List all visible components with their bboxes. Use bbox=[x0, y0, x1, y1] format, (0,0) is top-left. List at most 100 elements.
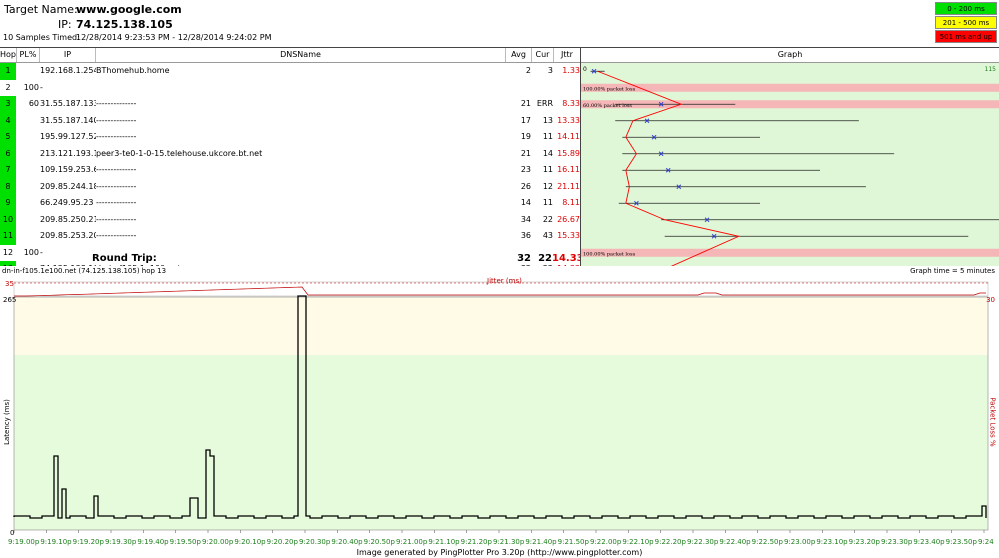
time-tick-label: 9:20.30p bbox=[299, 538, 331, 546]
legend-yellow: 201 - 500 ms bbox=[935, 16, 997, 29]
hop-number: 3 bbox=[0, 96, 16, 113]
hop-dnsname: -------------- bbox=[96, 181, 137, 191]
hop-row[interactable]: 4 31.55.187.140 -------------- 17 13 13.33 bbox=[0, 112, 580, 129]
hop-number: 5 bbox=[0, 129, 16, 146]
time-tick-label: 9:20.20p bbox=[266, 538, 298, 546]
round-trip-jitter: 14.33 bbox=[552, 253, 584, 264]
target-name-value: www.google.com bbox=[76, 3, 182, 16]
hop-cur: 43 bbox=[542, 231, 553, 240]
packet-loss-pct bbox=[17, 146, 39, 163]
hop-row[interactable]: 7 109.159.253.6 -------------- 23 11 16.11 bbox=[0, 162, 580, 179]
round-trip-cur: 22 bbox=[538, 253, 552, 264]
time-tick-label: 9:19.00p bbox=[8, 538, 40, 546]
hop-row[interactable]: 3 60 31.55.187.133 -------------- 21 ERR 8.33 bbox=[0, 96, 580, 113]
hop-ip: 31.55.187.133 bbox=[40, 99, 96, 108]
col-hop[interactable]: Hop bbox=[0, 48, 17, 62]
hop-jitter: 16.11 bbox=[557, 165, 580, 174]
hop-row[interactable]: 5 195.99.127.52 -------------- 19 11 14.11 bbox=[0, 129, 580, 146]
col-ip[interactable]: IP bbox=[40, 48, 96, 62]
time-tick-label: 9:20.10p bbox=[234, 538, 266, 546]
time-tick-label: 9:23.00p bbox=[784, 538, 816, 546]
route-graph[interactable]: 100.00% packet loss 60.00% packet loss 100… bbox=[581, 63, 999, 266]
latency-axis-max: 265 bbox=[3, 296, 17, 304]
time-tick-label: 9:23.20p bbox=[848, 538, 880, 546]
time-tick-label: 9:20.50p bbox=[363, 538, 395, 546]
round-trip-label: Round Trip: bbox=[92, 253, 157, 264]
round-trip-row: Round Trip: 32 22 14.33 bbox=[0, 253, 584, 266]
time-graph-panel[interactable]: dn-in-f105.1e100.net (74.125.138.105) ho… bbox=[0, 266, 999, 558]
time-tick-label: 9:21.10p bbox=[428, 538, 460, 546]
hop-avg: 23 bbox=[520, 165, 531, 174]
hop-avg: 21 bbox=[520, 148, 531, 158]
hop-number: 6 bbox=[0, 145, 16, 162]
col-pl[interactable]: PL% bbox=[17, 48, 40, 62]
hop-row[interactable]: 2 100- bbox=[0, 80, 580, 97]
hop-avg: 14 bbox=[520, 198, 531, 207]
legend-red: 501 ms and up bbox=[935, 30, 997, 43]
hop-row[interactable]: 11 209.85.253.20 -------------- 36 43 15.33 bbox=[0, 228, 580, 245]
col-avg[interactable]: Avg bbox=[506, 48, 532, 62]
hop-row[interactable]: 6 213.121.193.1 peer3-te0-1-0-15.telehouse… bbox=[0, 145, 580, 163]
time-tick-label: 9:23.10p bbox=[816, 538, 848, 546]
target-name-label: Target Name: bbox=[4, 3, 78, 16]
time-tick-label: 9:22.50p bbox=[751, 538, 783, 546]
hop-dnsname: -------------- bbox=[96, 214, 137, 224]
legend-green: 0 - 200 ms bbox=[935, 2, 997, 15]
scale-min: 0 bbox=[583, 66, 587, 73]
hop-dnsname: -------------- bbox=[96, 231, 137, 240]
hop-number: 11 bbox=[0, 228, 16, 245]
col-cur[interactable]: Cur bbox=[532, 48, 554, 62]
col-jttr[interactable]: Jttr bbox=[554, 48, 581, 62]
hop-jitter: 13.33 bbox=[557, 115, 580, 125]
time-tick-label: 9:21.30p bbox=[493, 538, 525, 546]
latency-axis-label: Latency (ms) bbox=[2, 399, 11, 445]
hop-jitter: 8.33 bbox=[562, 99, 580, 108]
hop-row[interactable]: 9 66.249.95.23 -------------- 14 11 8.11 bbox=[0, 195, 580, 212]
loss-label: 60.00% packet loss bbox=[583, 103, 632, 109]
zone-green bbox=[14, 355, 988, 530]
hop-avg: 34 bbox=[520, 214, 531, 224]
hop-cur: 11 bbox=[542, 198, 553, 207]
hop-jitter: 1.33 bbox=[562, 66, 580, 75]
hop-jitter: 15.89 bbox=[557, 148, 580, 158]
hop-cur: 11 bbox=[542, 165, 553, 174]
hop-row[interactable]: 10 209.85.250.21 -------------- 34 22 26.67 bbox=[0, 211, 580, 229]
footer-credit: Image generated by PingPlotter Pro 3.20p… bbox=[356, 548, 643, 557]
hop-row[interactable]: 8 209.85.244.18 -------------- 26 12 21.11 bbox=[0, 178, 580, 195]
graph-background bbox=[581, 63, 999, 266]
time-tick-label: 9:21.20p bbox=[460, 538, 492, 546]
hop-row[interactable]: 1 192.168.1.254 BThomehub.home 2 3 1.33 bbox=[0, 63, 580, 80]
loss-axis-max: 30 bbox=[986, 296, 995, 304]
time-tick-label: 9:23.50p bbox=[945, 538, 977, 546]
time-tick-label: 9:21.40p bbox=[525, 538, 557, 546]
hop-number: 8 bbox=[0, 178, 16, 195]
time-tick-label: 9:23.30p bbox=[881, 538, 913, 546]
hop-number: 7 bbox=[0, 162, 16, 179]
header: Target Name: www.google.com IP: 74.125.1… bbox=[0, 0, 999, 46]
hop-dnsname: -------------- bbox=[96, 99, 137, 108]
hop-number: 1 bbox=[0, 63, 16, 80]
time-tick-label: 9:22.10p bbox=[622, 538, 654, 546]
graph-time-label: Graph time = 5 minutes bbox=[910, 267, 995, 275]
loss-label: 100.00% packet loss bbox=[583, 251, 636, 257]
hop-cur: 14 bbox=[542, 148, 553, 158]
hop-avg: 2 bbox=[525, 66, 531, 75]
hop-avg: 17 bbox=[520, 115, 531, 125]
hop-cur: 11 bbox=[542, 132, 553, 141]
col-dnsname[interactable]: DNSName bbox=[96, 48, 506, 62]
latency-time-graph bbox=[0, 266, 999, 558]
time-tick-label: 9:21.00p bbox=[396, 538, 428, 546]
time-tick-label: 9:20.40p bbox=[331, 538, 363, 546]
ip-label: IP: bbox=[58, 18, 72, 31]
hop-number: 10 bbox=[0, 211, 16, 228]
time-tick-label: 9:19.10p bbox=[40, 538, 72, 546]
hop-number: 9 bbox=[0, 195, 16, 212]
hop-cur: 22 bbox=[542, 214, 553, 224]
col-graph[interactable]: Graph bbox=[581, 48, 999, 62]
hop-cur: 3 bbox=[547, 66, 553, 75]
hop-jitter: 26.67 bbox=[557, 214, 580, 224]
hop-ip: 209.85.250.21 bbox=[40, 214, 96, 224]
loss-label: 100.00% packet loss bbox=[583, 86, 636, 92]
hop-dnsname: -------------- bbox=[96, 198, 137, 207]
packet-loss-pct bbox=[17, 212, 39, 229]
